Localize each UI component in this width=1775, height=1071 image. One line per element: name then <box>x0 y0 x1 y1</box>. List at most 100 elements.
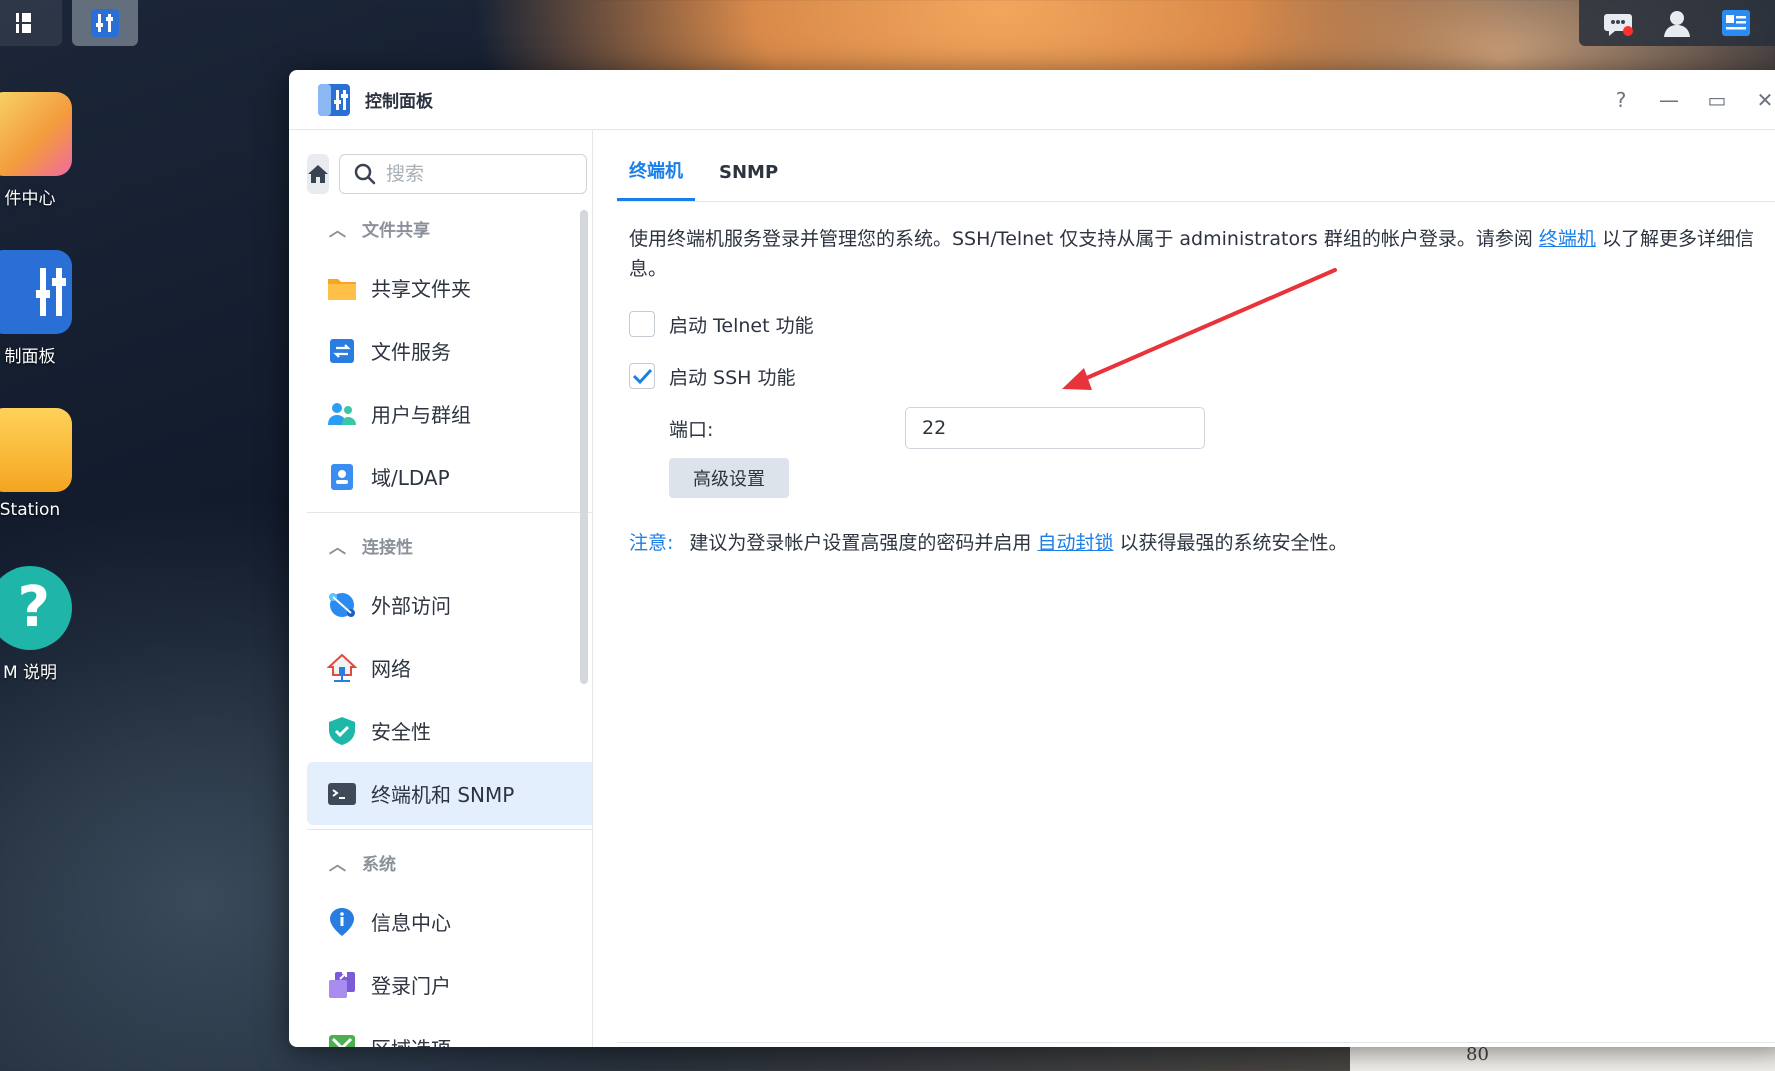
file-services-icon <box>325 334 359 368</box>
login-portal-icon <box>325 968 359 1002</box>
port-row: 端口: <box>669 402 1775 454</box>
ssh-option[interactable]: 启动 SSH 功能 <box>629 350 1775 402</box>
sidebar-item-shared-folder[interactable]: 共享文件夹 <box>307 256 592 319</box>
close-button[interactable]: ✕ <box>1741 80 1775 120</box>
home-button[interactable] <box>307 154 329 194</box>
sidebar-item-terminal-snmp[interactable]: 终端机和 SNMP <box>307 762 592 825</box>
telnet-checkbox[interactable] <box>629 311 655 337</box>
control-panel-icon <box>318 83 350 116</box>
shield-icon <box>325 714 359 748</box>
section-system[interactable]: ︿ 系统 <box>307 834 574 890</box>
sidebar-top <box>307 154 587 194</box>
tab-bar: 终端机 SNMP <box>617 130 1775 202</box>
chevron-up-icon: ︿ <box>329 537 346 558</box>
sidebar-item-file-services[interactable]: 文件服务 <box>307 319 592 382</box>
note-text: 建议为登录帐户设置高强度的密码并启用 <box>689 532 1038 554</box>
sidebar-item-label: 登录门户 <box>371 974 451 998</box>
desktop-icon-package-center[interactable]: 件中心 <box>0 92 90 209</box>
ssh-checkbox[interactable] <box>629 363 655 389</box>
sidebar-item-user-group[interactable]: 用户与群组 <box>307 382 592 445</box>
tab-terminal[interactable]: 终端机 <box>617 157 695 201</box>
search-icon <box>354 163 376 185</box>
help-button[interactable]: ? <box>1597 80 1645 120</box>
sidebar-item-regional-options[interactable]: 区域选项 <box>307 1016 592 1047</box>
auto-block-link[interactable]: 自动封锁 <box>1037 532 1113 554</box>
chevron-up-icon: ︿ <box>329 854 346 875</box>
widgets-button[interactable] <box>1719 6 1753 40</box>
note-label: 注意: <box>629 532 674 554</box>
window-title: 控制面板 <box>365 92 433 112</box>
search-box[interactable] <box>339 154 587 194</box>
sidebar-item-label: 区域选项 <box>371 1033 451 1047</box>
sidebar-item-domain-ldap[interactable]: 域/LDAP <box>307 445 592 508</box>
window-controls: ? — ▭ ✕ <box>1597 70 1775 130</box>
sidebar-item-login-portal[interactable]: 登录门户 <box>307 953 592 1016</box>
ssh-label: 启动 SSH 功能 <box>669 366 796 389</box>
control-panel-window: 控制面板 ? — ▭ ✕ 搜索 ︿ 文件共享 共享文件夹 文件服务 用户与群组 … <box>289 70 1775 1047</box>
desktop-icon-label: M 说明 <box>2 663 58 683</box>
user-menu-button[interactable] <box>1660 6 1694 40</box>
sidebar-item-label: 安全性 <box>371 720 431 744</box>
sidebar-item-info-center[interactable]: 信息中心 <box>307 890 592 953</box>
terminal-icon <box>325 777 359 811</box>
desktop-icon-label: 件中心 <box>4 189 56 209</box>
port-label: 端口: <box>669 418 714 441</box>
sidebar-item-label: 用户与群组 <box>371 403 471 427</box>
advanced-settings-button[interactable]: 高级设置 <box>669 458 789 498</box>
window-titlebar[interactable]: 控制面板 ? — ▭ ✕ <box>289 70 1775 130</box>
desktop-icon-label: Station <box>0 500 61 520</box>
search-input[interactable] <box>386 163 586 185</box>
sidebar-item-label: 网络 <box>371 657 411 681</box>
taskbar-left <box>0 0 138 46</box>
sidebar-item-label: 外部访问 <box>371 594 451 618</box>
sidebar-divider <box>307 512 592 513</box>
telnet-label: 启动 Telnet 功能 <box>669 314 814 337</box>
sidebar-item-external-access[interactable]: 外部访问 <box>307 573 592 636</box>
regional-options-icon <box>325 1031 359 1047</box>
help-icon: ? <box>0 566 72 650</box>
external-access-icon <box>325 588 359 622</box>
control-panel-icon <box>91 9 119 37</box>
description-text: 使用终端机服务登录并管理您的系统。SSH/Telnet 仅支持从属于 admin… <box>629 228 1539 250</box>
chevron-up-icon: ︿ <box>329 220 346 241</box>
sidebar-item-label: 域/LDAP <box>371 466 450 490</box>
system-tray <box>1579 0 1775 46</box>
minimize-button[interactable]: — <box>1645 80 1693 120</box>
tab-snmp[interactable]: SNMP <box>707 162 790 201</box>
package-center-icon <box>0 92 72 176</box>
folder-icon <box>0 408 72 492</box>
sidebar-item-security[interactable]: 安全性 <box>307 699 592 762</box>
control-panel-icon <box>0 250 72 334</box>
terminal-description: 使用终端机服务登录并管理您的系统。SSH/Telnet 仅支持从属于 admin… <box>629 224 1775 284</box>
desktop-icon-file-station[interactable]: Station <box>0 408 90 520</box>
terminal-help-link[interactable]: 终端机 <box>1539 228 1596 250</box>
note-text-end: 以获得最强的系统安全性。 <box>1113 532 1348 554</box>
telnet-option[interactable]: 启动 Telnet 功能 <box>629 298 1775 350</box>
desktop-icon-help[interactable]: ? M 说明 <box>0 566 90 683</box>
sidebar-item-label: 共享文件夹 <box>371 277 471 301</box>
sidebar-item-network[interactable]: 网络 <box>307 636 592 699</box>
footer-divider <box>617 1042 1775 1043</box>
home-icon <box>308 165 328 183</box>
maximize-button[interactable]: ▭ <box>1693 80 1741 120</box>
background-number: 80 <box>1466 1044 1489 1065</box>
port-input[interactable] <box>905 407 1205 449</box>
section-file-sharing[interactable]: ︿ 文件共享 <box>307 200 574 256</box>
window-body: ︿ 文件共享 共享文件夹 文件服务 用户与群组 <box>289 130 1775 1047</box>
taskbar-control-panel[interactable] <box>72 0 138 46</box>
section-label: 系统 <box>362 854 396 875</box>
section-label: 文件共享 <box>362 220 430 241</box>
main-content: 终端机 SNMP 使用终端机服务登录并管理您的系统。SSH/Telnet 仅支持… <box>593 130 1775 1047</box>
desktop-icon-control-panel[interactable]: 制面板 <box>0 250 90 367</box>
domain-icon <box>325 460 359 494</box>
section-label: 连接性 <box>362 537 413 558</box>
sidebar: ︿ 文件共享 共享文件夹 文件服务 用户与群组 <box>289 130 593 1047</box>
checkmark-icon <box>632 368 653 385</box>
sidebar-item-label: 信息中心 <box>371 911 451 935</box>
widget-panel-icon <box>1721 10 1750 36</box>
notifications-button[interactable] <box>1601 6 1635 40</box>
sidebar-scrollbar[interactable] <box>580 210 588 684</box>
section-connectivity[interactable]: ︿ 连接性 <box>307 517 574 573</box>
sidebar-item-label: 终端机和 SNMP <box>371 783 515 807</box>
main-menu-button[interactable] <box>0 0 62 46</box>
